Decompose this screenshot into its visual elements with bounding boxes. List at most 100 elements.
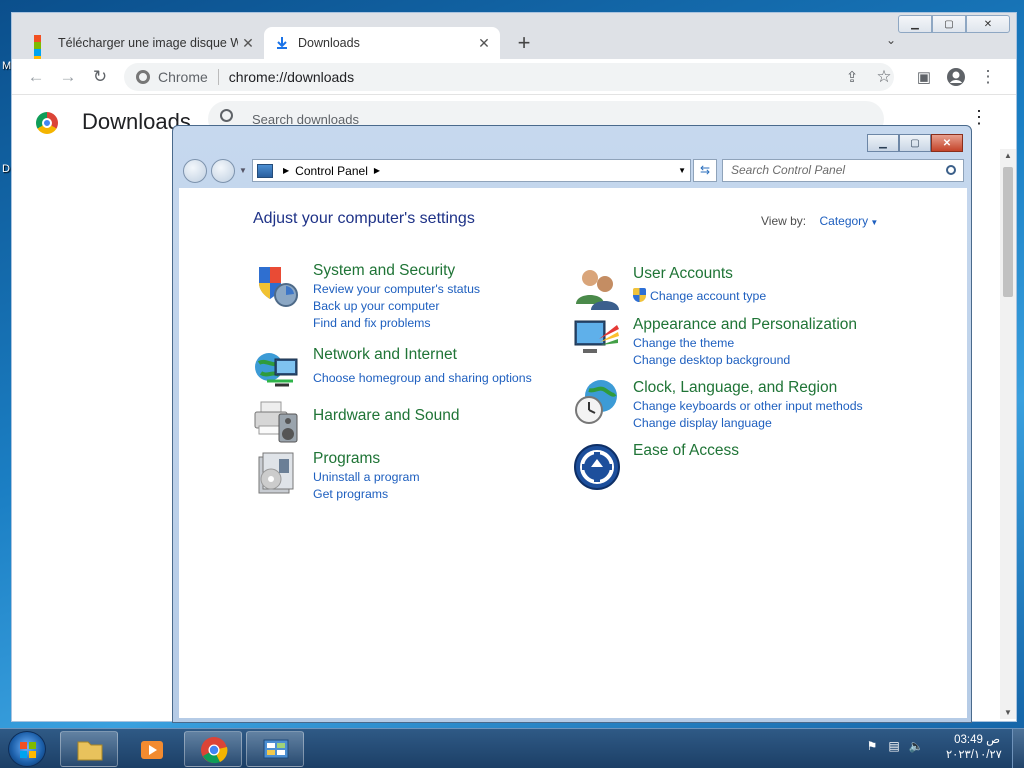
- category-link[interactable]: Change the theme: [633, 335, 933, 352]
- taskbar-explorer-button[interactable]: [60, 731, 118, 767]
- chrome-icon: [201, 737, 228, 764]
- site-name: Chrome: [158, 69, 219, 85]
- new-tab-button[interactable]: +: [512, 30, 536, 56]
- category-link[interactable]: Review your computer's status: [313, 281, 613, 298]
- action-center-icon[interactable]: ⚑: [864, 739, 880, 755]
- forward-icon[interactable]: →: [56, 65, 80, 89]
- profile-icon[interactable]: [944, 65, 968, 89]
- url-text: chrome://downloads: [228, 69, 355, 85]
- taskbar-clock[interactable]: 03:49 ص ٢٠٢٣/١٠/٢٧: [946, 733, 1002, 763]
- category-title[interactable]: Clock, Language, and Region: [633, 378, 933, 398]
- bookmark-star-icon[interactable]: ☆: [872, 65, 896, 89]
- recent-pages-icon[interactable]: ▼: [239, 166, 247, 175]
- search-placeholder: Search Control Panel: [731, 163, 846, 177]
- tab-downloads[interactable]: Downloads ✕: [264, 27, 500, 59]
- chevron-right-icon[interactable]: ▶: [283, 166, 289, 175]
- users-icon[interactable]: [573, 264, 621, 312]
- category-title[interactable]: User Accounts: [633, 264, 933, 284]
- forward-arrow-icon[interactable]: [211, 159, 235, 183]
- breadcrumb[interactable]: Control Panel: [295, 164, 368, 178]
- close-button[interactable]: ✕: [966, 15, 1010, 33]
- shield-icon[interactable]: [253, 261, 301, 309]
- system-tray: ⚑ ▤ 🔈: [864, 739, 924, 755]
- start-button[interactable]: [8, 731, 46, 767]
- taskbar: ⚑ ▤ 🔈 03:49 ص ٢٠٢٣/١٠/٢٧: [0, 728, 1024, 768]
- network-icon[interactable]: ▤: [886, 739, 902, 755]
- scroll-thumb[interactable]: [1003, 167, 1013, 297]
- category-link[interactable]: Change keyboards or other input methods: [633, 398, 933, 415]
- category-link[interactable]: Back up your computer: [313, 298, 613, 315]
- microsoft-logo-icon: [34, 35, 50, 63]
- category-link[interactable]: Change desktop background: [633, 352, 933, 369]
- search-input[interactable]: Search Control Panel: [722, 159, 964, 182]
- category-title[interactable]: Programs: [313, 449, 613, 469]
- more-actions-icon[interactable]: ⋮: [970, 107, 988, 128]
- category-title[interactable]: Appearance and Personalization: [633, 315, 933, 335]
- programs-icon[interactable]: [253, 449, 301, 497]
- search-icon: [220, 109, 233, 122]
- view-by-dropdown[interactable]: Category: [819, 214, 878, 228]
- close-button[interactable]: ✕: [931, 134, 963, 152]
- scroll-down-icon[interactable]: ▼: [1000, 708, 1016, 717]
- taskbar-control-panel-button[interactable]: [246, 731, 304, 767]
- volume-icon[interactable]: 🔈: [908, 739, 924, 755]
- chevron-down-icon[interactable]: ▼: [678, 166, 686, 175]
- control-panel-icon: [257, 163, 273, 178]
- category-title[interactable]: Ease of Access: [633, 441, 933, 461]
- tab-telecharger[interactable]: Télécharger une image disque W ✕: [24, 27, 264, 63]
- category-title[interactable]: Hardware and Sound: [313, 406, 613, 426]
- back-arrow-icon[interactable]: [183, 159, 207, 183]
- category-link[interactable]: Change display language: [633, 415, 933, 432]
- category-title[interactable]: System and Security: [313, 261, 613, 281]
- address-bar[interactable]: ▶ Control Panel ▶ ▼: [252, 159, 691, 182]
- folder-icon: [77, 741, 103, 761]
- address-bar[interactable]: Chrome chrome://downloads: [124, 63, 894, 91]
- uac-shield-icon: [633, 288, 646, 302]
- tab-title: Downloads: [298, 36, 360, 50]
- tab-strip: ▁ ▢ ✕ Télécharger une image disque W ✕ D…: [12, 13, 1016, 63]
- share-icon[interactable]: ⇪: [840, 65, 864, 89]
- ease-of-access-icon[interactable]: [573, 443, 621, 491]
- category-link-label: Change account type: [650, 289, 767, 303]
- download-icon: [274, 35, 290, 51]
- category-link[interactable]: Get programs: [313, 486, 613, 503]
- maximize-button[interactable]: ▢: [932, 15, 966, 33]
- maximize-button[interactable]: ▢: [899, 134, 931, 152]
- clock-globe-icon[interactable]: [573, 378, 621, 426]
- minimize-button[interactable]: ▁: [867, 134, 899, 152]
- control-panel-icon: [263, 739, 289, 759]
- taskbar-chrome-button[interactable]: [184, 731, 242, 767]
- printer-speaker-icon[interactable]: [253, 398, 301, 446]
- reload-icon[interactable]: ↻: [88, 65, 112, 89]
- clock-time: 03:49 ص: [954, 734, 1000, 746]
- refresh-icon[interactable]: ⇆: [693, 159, 717, 182]
- tab-close-icon[interactable]: ✕: [238, 35, 258, 52]
- taskbar-media-player-button[interactable]: [122, 731, 180, 767]
- desktop-label: D: [2, 163, 10, 175]
- category-link[interactable]: Change account type: [633, 288, 933, 305]
- control-panel-window: ▁ ▢ ✕ ▼ ▶ Control Panel ▶ ▼ ⇆ Search Con…: [172, 125, 972, 723]
- show-desktop-button[interactable]: [1012, 729, 1024, 768]
- side-panel-icon[interactable]: ▣: [912, 65, 936, 89]
- monitor-palette-icon[interactable]: [573, 315, 621, 363]
- category-link[interactable]: Find and fix problems: [313, 315, 613, 332]
- search-icon[interactable]: [946, 165, 956, 175]
- scroll-up-icon[interactable]: ▲: [1000, 151, 1016, 160]
- view-by-label: View by:: [761, 214, 807, 228]
- tab-close-icon[interactable]: ✕: [474, 35, 494, 52]
- window-controls: ▁ ▢ ✕: [898, 15, 1010, 33]
- minimize-button[interactable]: ▁: [898, 15, 932, 33]
- window-controls: ▁ ▢ ✕: [867, 134, 963, 152]
- navigation-bar: ▼ ▶ Control Panel ▶ ▼ ⇆ Search Control P…: [181, 158, 965, 185]
- category-title[interactable]: Network and Internet: [313, 345, 613, 365]
- category-link[interactable]: Choose homegroup and sharing options: [313, 370, 613, 387]
- globe-network-icon[interactable]: [253, 345, 301, 393]
- tab-search-icon[interactable]: ⌄: [886, 33, 896, 47]
- menu-icon[interactable]: ⋮: [976, 65, 1000, 89]
- back-icon[interactable]: ←: [24, 65, 48, 89]
- chevron-right-icon[interactable]: ▶: [374, 166, 380, 175]
- category-link[interactable]: Uninstall a program: [313, 469, 613, 486]
- media-player-icon: [141, 741, 163, 759]
- view-by: View by: Category: [761, 214, 878, 228]
- scrollbar[interactable]: ▲ ▼: [1000, 149, 1016, 719]
